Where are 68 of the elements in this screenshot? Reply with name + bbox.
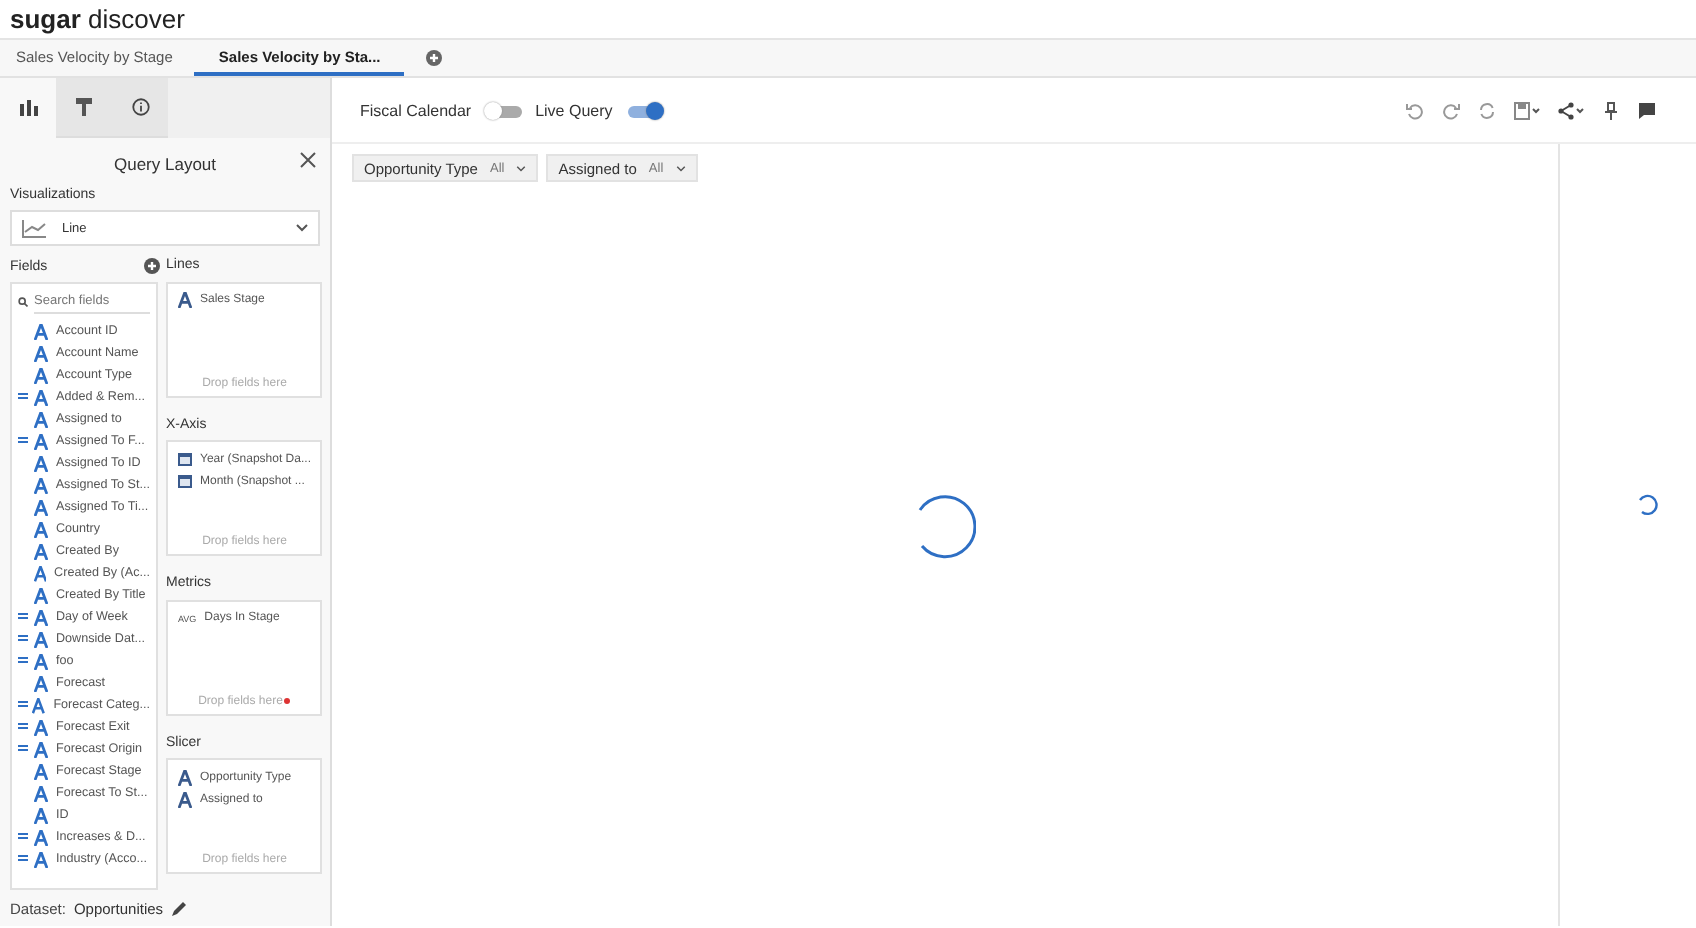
panel-tab[interactable]	[0, 78, 56, 138]
paint-roller-icon	[76, 98, 92, 116]
comment-icon[interactable]	[1638, 101, 1656, 119]
text-field-icon	[34, 719, 48, 735]
line-chart-icon	[22, 219, 46, 237]
panel-tab[interactable]	[56, 78, 112, 138]
loading-spinner	[1636, 494, 1658, 516]
text-field-icon	[34, 411, 48, 427]
text-field-icon	[34, 389, 48, 405]
text-field-icon	[178, 791, 192, 808]
text-field-icon	[178, 769, 192, 786]
calculated-icon	[18, 436, 28, 444]
text-field-icon	[34, 345, 48, 361]
panel-tab[interactable]	[112, 78, 168, 138]
toggle-switch[interactable]	[624, 101, 665, 119]
calculated-icon	[18, 656, 28, 664]
text-field-icon	[33, 477, 48, 493]
text-field-icon	[34, 653, 48, 669]
calculated-icon	[18, 392, 28, 400]
text-field-icon	[34, 367, 48, 383]
calculated-icon	[18, 854, 28, 862]
refresh-icon[interactable]	[1478, 101, 1496, 119]
add-tab-icon[interactable]	[426, 50, 443, 66]
bar-chart-icon	[19, 99, 37, 115]
pencil-icon[interactable]	[171, 900, 188, 916]
text-field-icon	[33, 565, 47, 581]
text-field-icon	[34, 741, 48, 757]
required-dot	[284, 697, 291, 703]
pin-icon[interactable]	[1602, 101, 1620, 119]
text-field-icon	[34, 785, 48, 801]
text-field-icon	[34, 763, 48, 779]
text-field-icon	[32, 697, 46, 713]
toggle-label: Live Query	[535, 101, 613, 119]
toggle-label: Fiscal Calendar	[360, 101, 472, 119]
redo-icon[interactable]	[1442, 101, 1460, 119]
close-icon[interactable]	[300, 152, 316, 168]
text-field-icon	[34, 323, 48, 339]
text-field-icon	[34, 587, 48, 603]
calculated-icon	[18, 612, 28, 620]
chevron-down-icon	[296, 224, 308, 232]
info-icon	[131, 98, 149, 116]
text-field-icon	[34, 851, 48, 867]
text-field-icon	[34, 433, 48, 449]
chevron-down-icon	[675, 165, 686, 171]
undo-icon[interactable]	[1406, 101, 1424, 119]
text-field-icon	[34, 675, 48, 691]
text-field-icon	[34, 631, 48, 647]
calculated-icon	[18, 722, 28, 730]
app-logo: sugar discover	[10, 4, 185, 34]
text-field-icon	[34, 521, 48, 537]
add-icon[interactable]	[144, 257, 160, 274]
chevron-down-icon	[516, 165, 527, 171]
text-field-icon	[178, 292, 192, 309]
text-field-icon	[34, 543, 48, 559]
text-field-icon	[34, 499, 48, 515]
text-field-icon	[34, 455, 48, 471]
save-icon[interactable]	[1514, 101, 1540, 119]
share-icon[interactable]	[1558, 101, 1584, 119]
search-icon	[18, 295, 28, 307]
toggle-switch[interactable]	[483, 101, 524, 119]
panel-title: Query Layout	[113, 154, 217, 174]
calculated-icon	[18, 634, 28, 642]
calculated-icon	[18, 832, 28, 840]
text-field-icon	[34, 807, 48, 823]
calculated-icon	[18, 744, 28, 752]
text-field-icon	[34, 609, 48, 625]
calculated-icon	[18, 700, 28, 708]
text-field-icon	[34, 829, 48, 845]
